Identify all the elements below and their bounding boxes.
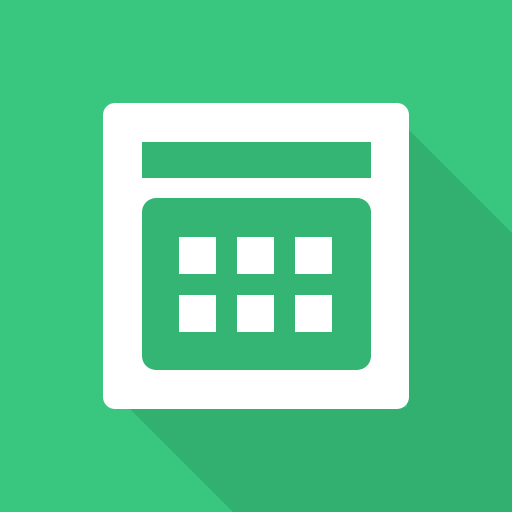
- app-icon: [0, 0, 512, 512]
- calendar-header-bar: [142, 142, 371, 178]
- date-cell-r1-c3: [295, 237, 332, 274]
- date-cell-r2-c1: [179, 295, 216, 332]
- calendar-app-icon: [0, 0, 512, 512]
- date-cell-r2-c3: [295, 295, 332, 332]
- date-cell-r2-c2: [237, 295, 274, 332]
- date-cell-r1-c2: [237, 237, 274, 274]
- date-cell-r1-c1: [179, 237, 216, 274]
- calendar-date-panel: [142, 198, 371, 370]
